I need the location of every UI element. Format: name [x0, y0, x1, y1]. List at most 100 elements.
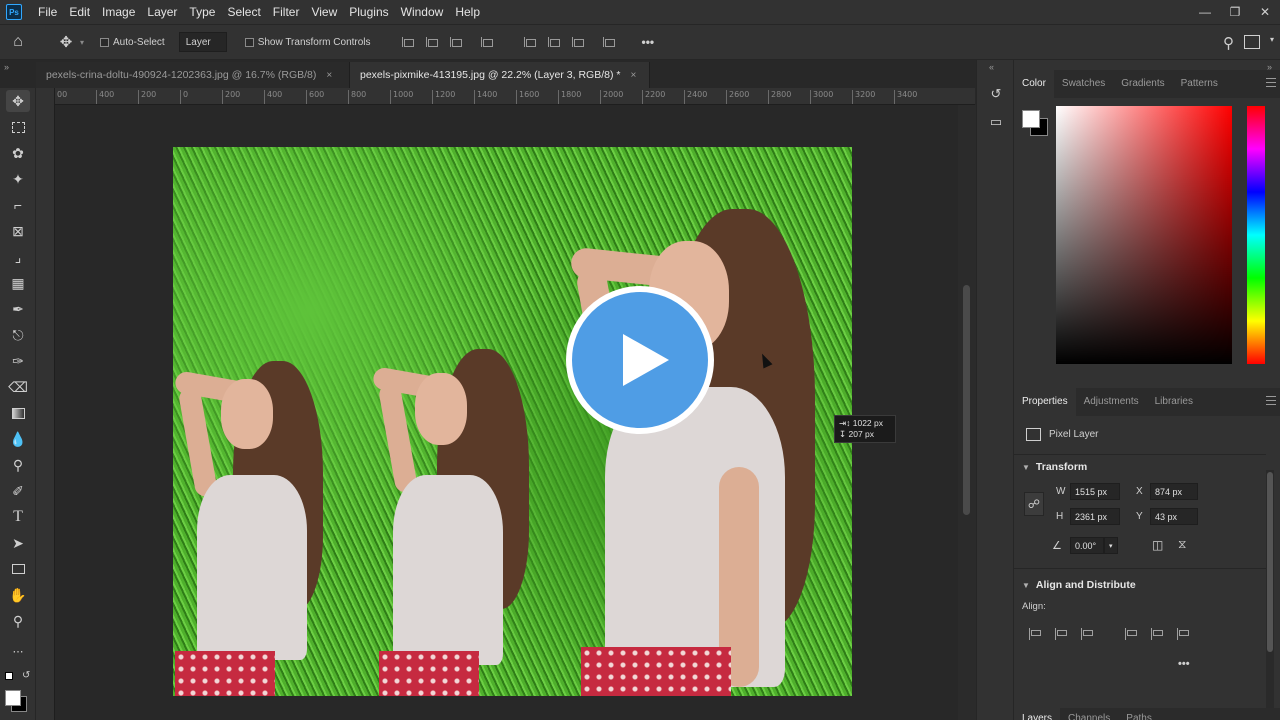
chevron-down-icon[interactable]: ▾: [76, 38, 88, 47]
collapse-arrows-icon[interactable]: »: [4, 62, 9, 72]
menu-type[interactable]: Type: [183, 0, 221, 24]
menu-window[interactable]: Window: [395, 0, 450, 24]
default-colors-icon[interactable]: [5, 672, 13, 680]
canvas-area[interactable]: ⇥↕ 1022 px ↧ 207 px: [55, 105, 958, 720]
align-right-edges-icon[interactable]: [448, 35, 462, 49]
comments-panel-icon[interactable]: ▭: [986, 112, 1006, 132]
close-tab-icon[interactable]: ×: [630, 70, 636, 81]
vertical-ruler[interactable]: [36, 88, 55, 720]
tab-color[interactable]: Color: [1014, 70, 1054, 98]
swap-colors-icon[interactable]: ↺: [22, 670, 30, 681]
menu-image[interactable]: Image: [96, 0, 141, 24]
tab-channels[interactable]: Channels: [1060, 708, 1118, 720]
distribute-vertical-icon[interactable]: [479, 35, 493, 49]
scrollbar-thumb[interactable]: [963, 285, 970, 515]
more-tools-icon[interactable]: ⋯: [6, 640, 30, 662]
align-right-edges-icon[interactable]: [1080, 627, 1094, 641]
foreground-color-swatch[interactable]: [5, 690, 21, 706]
panel-menu-icon[interactable]: [1266, 78, 1276, 87]
marquee-tool-icon[interactable]: [6, 116, 30, 138]
align-distribute-section-header[interactable]: ▼ Align and Distribute: [1022, 579, 1136, 591]
transform-section-header[interactable]: ▼ Transform: [1022, 461, 1087, 473]
align-vertical-centers-icon[interactable]: [546, 35, 560, 49]
lasso-tool-icon[interactable]: ✿: [6, 142, 30, 164]
foreground-color-swatch[interactable]: [1022, 110, 1040, 128]
more-align-options-button[interactable]: •••: [1178, 658, 1190, 670]
width-input[interactable]: 1515 px: [1070, 483, 1120, 500]
chevron-down-icon[interactable]: ▾: [1104, 537, 1118, 554]
scrollbar-thumb[interactable]: [1267, 472, 1273, 652]
tab-patterns[interactable]: Patterns: [1173, 70, 1226, 98]
menu-plugins[interactable]: Plugins: [343, 0, 394, 24]
hand-tool-icon[interactable]: ✋: [6, 584, 30, 606]
tab-properties[interactable]: Properties: [1014, 388, 1076, 416]
crop-tool-icon[interactable]: ⌐: [6, 194, 30, 216]
align-left-edges-icon[interactable]: [400, 35, 414, 49]
brush-tool-icon[interactable]: ✒: [6, 298, 30, 320]
tab-libraries[interactable]: Libraries: [1147, 388, 1201, 416]
menu-view[interactable]: View: [305, 0, 343, 24]
align-top-edges-icon[interactable]: [1124, 627, 1138, 641]
menu-layer[interactable]: Layer: [141, 0, 183, 24]
quick-select-tool-icon[interactable]: ✦: [6, 168, 30, 190]
tab-gradients[interactable]: Gradients: [1113, 70, 1172, 98]
tab-document-1[interactable]: pexels-crina-doltu-490924-1202363.jpg @ …: [36, 62, 350, 88]
show-transform-checkbox[interactable]: Show Transform Controls: [244, 37, 371, 48]
eyedropper-tool-icon[interactable]: ⌟: [6, 246, 30, 268]
tab-layers[interactable]: Layers: [1014, 708, 1061, 720]
angle-input[interactable]: 0.00°: [1070, 537, 1104, 554]
properties-scrollbar[interactable]: [1266, 470, 1274, 710]
color-picker-field[interactable]: [1056, 106, 1232, 364]
align-horizontal-centers-icon[interactable]: [424, 35, 438, 49]
align-bottom-edges-icon[interactable]: [1176, 627, 1190, 641]
height-input[interactable]: 2361 px: [1070, 508, 1120, 525]
auto-select-checkbox[interactable]: Auto-Select: [100, 37, 165, 48]
home-icon[interactable]: ⌂: [0, 33, 36, 51]
dodge-tool-icon[interactable]: ⚲: [6, 454, 30, 476]
horizontal-ruler[interactable]: 00 400 200 0 200 400 600 800 1000 1200 1400 1600 180…: [55, 88, 975, 105]
workspace-chevron-icon[interactable]: ▾: [1270, 35, 1274, 44]
menu-help[interactable]: Help: [449, 0, 486, 24]
video-play-button[interactable]: [566, 286, 714, 434]
link-proportions-icon[interactable]: ☍: [1024, 492, 1044, 516]
blur-tool-icon[interactable]: 💧: [6, 428, 30, 450]
eraser-tool-icon[interactable]: ⌫: [6, 376, 30, 398]
history-panel-icon[interactable]: ↺: [986, 84, 1006, 104]
align-bottom-edges-icon[interactable]: [570, 35, 584, 49]
expand-panels-icon[interactable]: «: [989, 62, 994, 72]
healing-brush-tool-icon[interactable]: ▦: [6, 272, 30, 294]
menu-select[interactable]: Select: [221, 0, 266, 24]
document-image[interactable]: [173, 147, 852, 696]
align-top-edges-icon[interactable]: [522, 35, 536, 49]
menu-file[interactable]: File: [32, 0, 63, 24]
tab-swatches[interactable]: Swatches: [1054, 70, 1113, 98]
minimize-icon[interactable]: —: [1190, 0, 1220, 24]
move-tool-icon[interactable]: ✥: [6, 90, 30, 112]
gradient-tool-icon[interactable]: [6, 402, 30, 424]
close-tab-icon[interactable]: ×: [326, 70, 332, 81]
history-brush-tool-icon[interactable]: ✑: [6, 350, 30, 372]
type-tool-icon[interactable]: T: [6, 506, 30, 528]
auto-select-target-dropdown[interactable]: Layer: [178, 32, 227, 52]
search-icon[interactable]: ⚲: [1223, 34, 1234, 52]
align-left-edges-icon[interactable]: [1028, 627, 1042, 641]
menu-edit[interactable]: Edit: [63, 0, 96, 24]
align-vertical-centers-icon[interactable]: [1150, 627, 1164, 641]
more-options-button[interactable]: •••: [642, 35, 655, 49]
close-icon[interactable]: ✕: [1250, 0, 1280, 24]
clone-stamp-tool-icon[interactable]: ⎋: [6, 324, 30, 346]
tab-document-2[interactable]: pexels-pixmike-413195.jpg @ 22.2% (Layer…: [350, 62, 650, 88]
path-selection-tool-icon[interactable]: ➤: [6, 532, 30, 554]
rectangle-tool-icon[interactable]: [6, 558, 30, 580]
hue-slider[interactable]: [1247, 106, 1265, 364]
restore-icon[interactable]: ❐: [1220, 0, 1250, 24]
frame-tool-icon[interactable]: ⊠: [6, 220, 30, 242]
y-input[interactable]: 43 px: [1150, 508, 1198, 525]
auto-select-box[interactable]: [100, 37, 109, 47]
distribute-horizontal-icon[interactable]: [601, 35, 615, 49]
tab-adjustments[interactable]: Adjustments: [1076, 388, 1147, 416]
workspace-icon[interactable]: [1244, 35, 1260, 49]
panel-menu-icon[interactable]: [1266, 396, 1276, 405]
zoom-tool-icon[interactable]: ⚲: [6, 610, 30, 632]
menu-filter[interactable]: Filter: [267, 0, 306, 24]
